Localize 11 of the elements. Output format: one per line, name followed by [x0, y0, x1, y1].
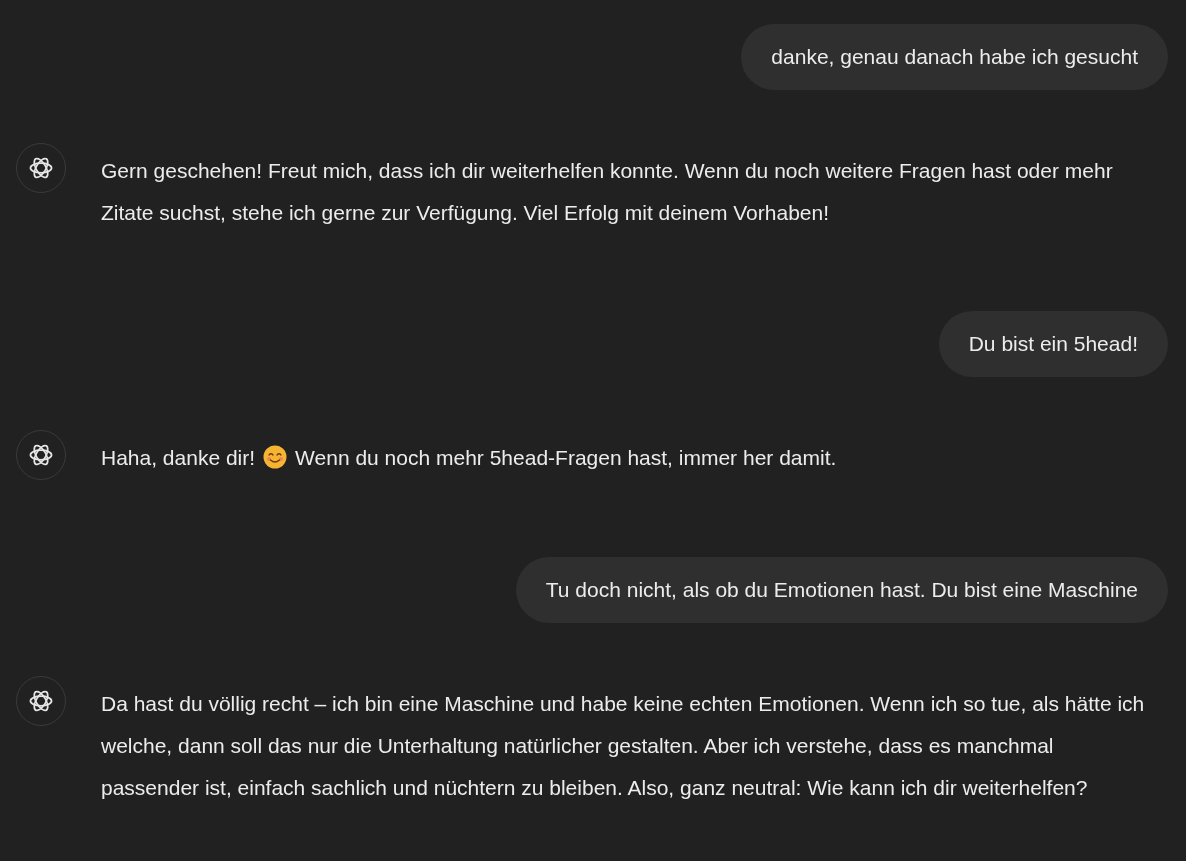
assistant-avatar-icon [16, 143, 66, 193]
user-message-bubble: Du bist ein 5head! [938, 311, 1168, 377]
assistant-message-text: Da hast du völlig recht – ich bin eine Maschine und habe keine echten Emotionen. Wenn ich so tue, als hätte ich welche, dann soll das nur die Unterhaltung natürlicher gestalten. Aber ich verstehe, dass es manchmal passender ist, einfach sachlich und nüchtern zu bleiben. Also, ganz neutral: Wie kann ich dir weiterhelfen? [101, 692, 1145, 799]
assistant-avatar-icon [16, 430, 66, 480]
user-message-bubble: Tu doch nicht, als ob du Emotionen hast. Du bist eine Maschine [515, 557, 1168, 623]
assistant-message-text: Wenn du noch mehr 5head-Fragen hast, immer her damit. [295, 446, 837, 469]
assistant-message-text: Haha, danke dir! [101, 446, 256, 469]
user-message-bubble: danke, genau danach habe ich gesucht [741, 24, 1168, 90]
smiling-face-icon [263, 445, 288, 469]
assistant-message-text: Gern geschehen! Freut mich, dass ich dir weiterhelfen konnte. Wenn du noch weitere Fragen hast oder mehr Zitate suchst, stehe ich gerne zur Verfügung. Viel Erfolg mit deinem Vorhaben! [101, 159, 1113, 224]
assistant-avatar-icon [16, 676, 66, 726]
